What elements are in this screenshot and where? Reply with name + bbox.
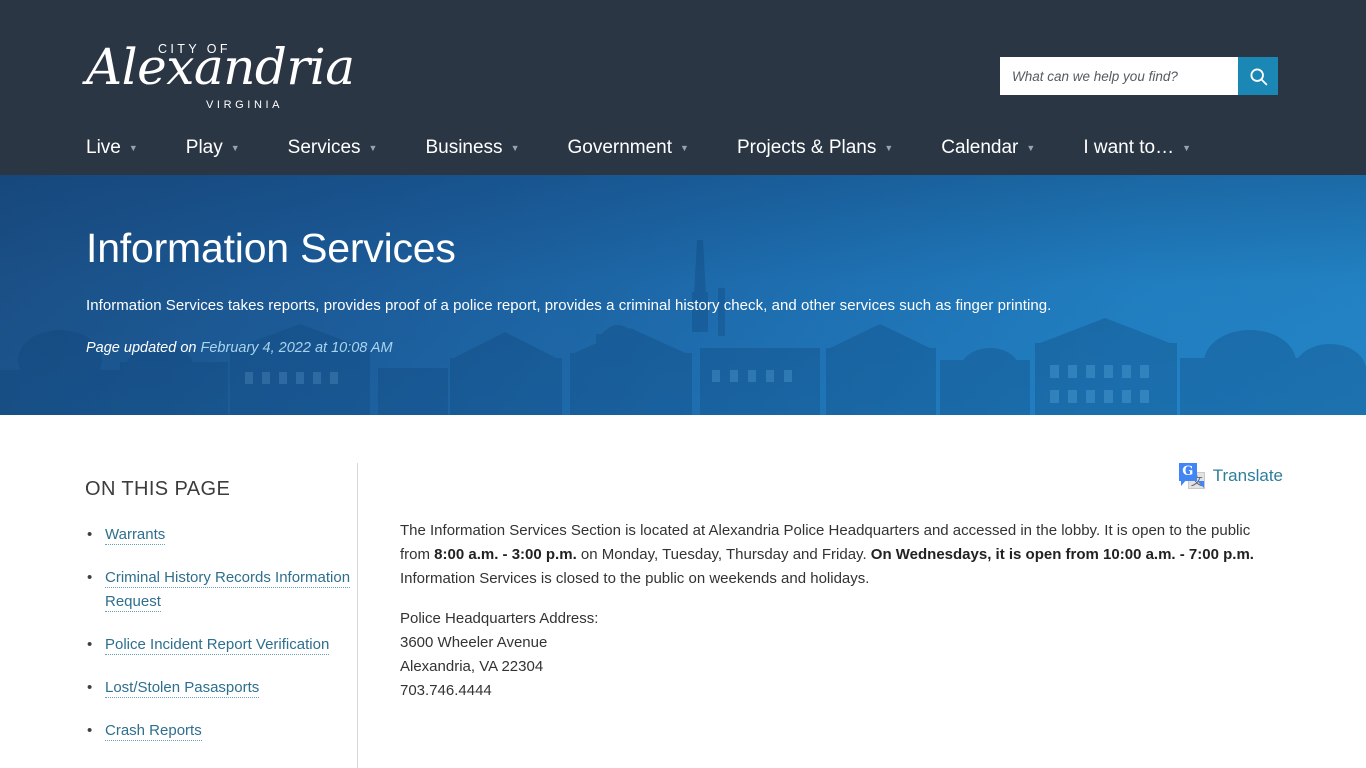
site-logo[interactable]: Alexandria CITY OF VIRGINIA [86, 36, 355, 116]
hours-text-part3: Information Services is closed to the pu… [400, 570, 870, 587]
toc-link-lost-stolen-passports[interactable]: Lost/Stolen Pasasports [105, 679, 260, 698]
nav-label: Services [287, 136, 361, 158]
list-item: Warrants [85, 523, 357, 547]
logo-virginia-text: VIRGINIA [206, 99, 284, 111]
article-body: The Information Services Section is loca… [400, 519, 1266, 703]
nav-item-i-want-to[interactable]: I want to… ▼ [1083, 137, 1191, 159]
page-hero-banner: Information Services Information Service… [0, 175, 1366, 415]
chevron-down-icon: ▼ [128, 142, 138, 153]
nav-item-play[interactable]: Play ▼ [186, 137, 240, 159]
nav-item-business[interactable]: Business ▼ [425, 137, 519, 159]
nav-item-calendar[interactable]: Calendar ▼ [941, 137, 1035, 159]
logo-city-of-text: CITY OF [158, 42, 231, 56]
toc-link-criminal-history-records[interactable]: Criminal History Records Information Req… [105, 569, 351, 612]
paragraph-hours: The Information Services Section is loca… [400, 519, 1266, 591]
chevron-down-icon: ▼ [884, 142, 894, 153]
nav-label: Business [425, 136, 503, 158]
nav-item-government[interactable]: Government ▼ [567, 137, 688, 159]
table-of-contents-list: Warrants Criminal History Records Inform… [85, 523, 357, 743]
search-button[interactable] [1238, 57, 1278, 95]
toc-link-crash-reports[interactable]: Crash Reports [105, 722, 202, 741]
page-description: Information Services takes reports, prov… [86, 297, 1052, 314]
nav-label: Projects & Plans [736, 136, 877, 158]
nav-label: Calendar [941, 136, 1019, 158]
paragraph-address: Police Headquarters Address: 3600 Wheele… [400, 607, 1266, 703]
hours-text-part2: on Monday, Tuesday, Thursday and Friday. [576, 546, 871, 563]
translate-button[interactable]: 文 G Translate [1178, 463, 1283, 489]
nav-item-live[interactable]: Live ▼ [86, 137, 138, 159]
address-phone: 703.746.4444 [400, 682, 492, 699]
hours-bold-wednesday: On Wednesdays, it is open from 10:00 a.m… [870, 546, 1254, 563]
nav-label: Play [185, 136, 223, 158]
on-this-page-sidebar: ON THIS PAGE Warrants Criminal History R… [83, 415, 357, 768]
page-content: ON THIS PAGE Warrants Criminal History R… [0, 415, 1366, 768]
main-navigation: Live ▼ Play ▼ Services ▼ Business ▼ Gove… [0, 120, 1366, 175]
list-item: Criminal History Records Information Req… [85, 566, 357, 614]
list-item: Lost/Stolen Pasasports [85, 676, 357, 700]
site-search [1000, 57, 1278, 95]
chevron-down-icon: ▼ [680, 142, 689, 153]
page-updated-timestamp: Page updated on February 4, 2022 at 10:0… [86, 340, 393, 356]
page-updated-prefix: Page updated on [86, 340, 201, 356]
chevron-down-icon: ▼ [510, 142, 520, 153]
toc-link-warrants[interactable]: Warrants [105, 526, 166, 545]
hours-bold-weekday: 8:00 a.m. - 3:00 p.m. [434, 546, 577, 563]
search-icon [1248, 66, 1269, 87]
site-header: Alexandria CITY OF VIRGINIA Live ▼ Play … [0, 0, 1366, 175]
nav-item-projects-plans[interactable]: Projects & Plans ▼ [737, 137, 893, 159]
search-input[interactable] [1000, 57, 1238, 95]
address-label: Police Headquarters Address: [400, 610, 599, 627]
chevron-down-icon: ▼ [1182, 142, 1192, 153]
address-city-state-zip: Alexandria, VA 22304 [400, 658, 544, 675]
nav-item-services[interactable]: Services ▼ [288, 137, 378, 159]
nav-label: Government [567, 136, 673, 158]
toc-link-police-incident-report-verification[interactable]: Police Incident Report Verification [105, 636, 330, 655]
chevron-down-icon: ▼ [1026, 142, 1036, 153]
nav-label: I want to… [1083, 136, 1175, 158]
list-item: Crash Reports [85, 719, 357, 743]
sidebar-heading: ON THIS PAGE [85, 478, 231, 500]
page-title: Information Services [86, 225, 456, 271]
nav-label: Live [86, 136, 121, 158]
list-item: Police Incident Report Verification [85, 633, 357, 657]
main-article: 文 G Translate The Information Services S… [358, 415, 1283, 768]
translate-label: Translate [1212, 466, 1283, 485]
chevron-down-icon: ▼ [230, 142, 240, 153]
google-translate-icon: 文 G [1178, 463, 1205, 489]
chevron-down-icon: ▼ [368, 142, 378, 153]
page-updated-date: February 4, 2022 at 10:08 AM [200, 340, 393, 356]
address-street: 3600 Wheeler Avenue [400, 634, 548, 651]
